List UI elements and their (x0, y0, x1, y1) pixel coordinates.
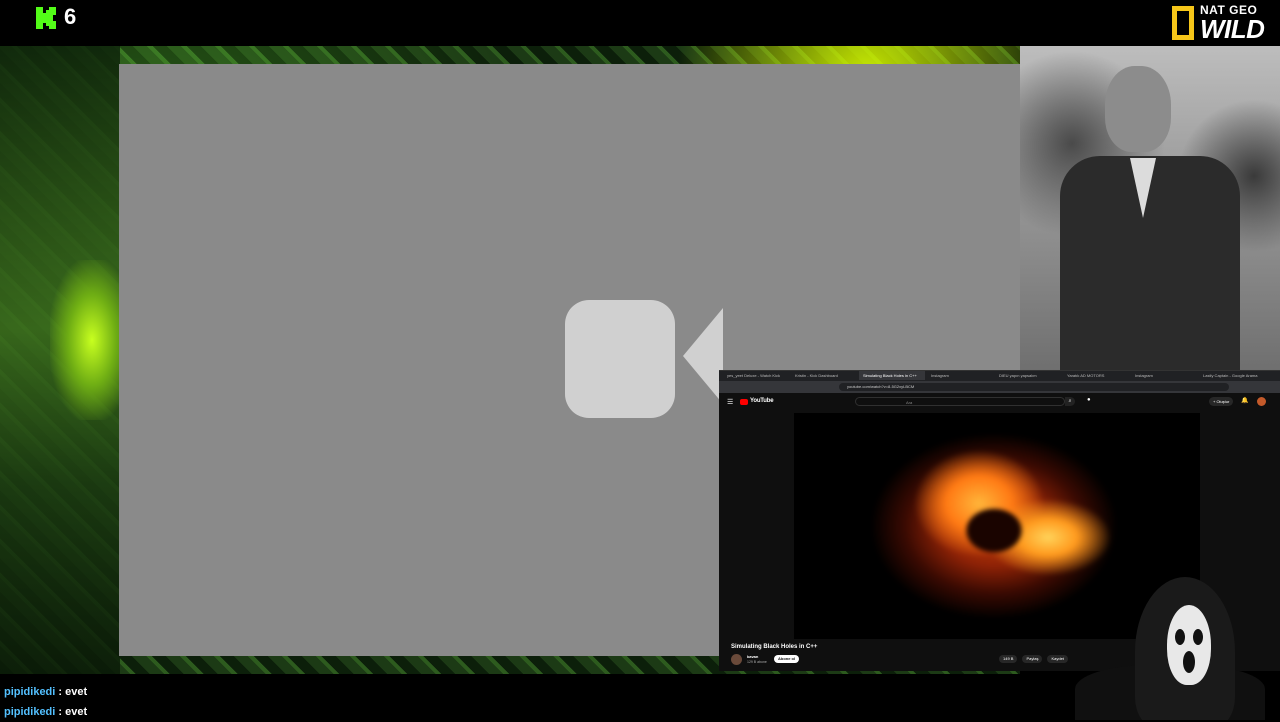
stream-top-bar: 6 NAT GEO WILD (0, 0, 1280, 46)
video-camera-lens-icon (683, 308, 723, 404)
chat-overlay: pipidikedi : evet pipidikedi : evet (4, 682, 87, 722)
mask-eye-left (1175, 629, 1185, 645)
video-camera-icon (565, 300, 675, 418)
kick-k-logo-icon (36, 7, 56, 29)
video-title: Simulating Black Holes in C++ (731, 644, 818, 650)
search-icon[interactable]: ⌕ (1065, 397, 1075, 406)
subscribe-button[interactable]: Abone ol (774, 655, 800, 663)
browser-tab-strip: yes_yeet Deluxe - Watch Kick Kristin - K… (719, 371, 1280, 381)
video-actions: 149 B Paylaş Kaydet (999, 655, 1068, 663)
photo-suit (1060, 156, 1240, 371)
browser-tab[interactable]: Lastly Captain - Google Arama (1199, 371, 1265, 380)
channel-subscriber-count: 129 B abone (747, 660, 767, 664)
chat-message: pipidikedi : evet (4, 686, 88, 698)
portrait-photo (1020, 46, 1280, 371)
streamer-webcam (1075, 575, 1265, 720)
url-input[interactable]: youtube.com/watch?v=8-5G2xyLBCM (839, 383, 1229, 391)
browser-tab-active[interactable]: Simulating Black Holes in C++ (859, 371, 925, 380)
browser-tab[interactable]: Kristin - Kick Dashboard (791, 371, 857, 380)
browser-address-bar: youtube.com/watch?v=8-5G2xyLBCM (719, 381, 1280, 393)
share-button[interactable]: Paylaş (1022, 655, 1043, 663)
viewer-count: 6 (64, 4, 77, 29)
microphone-icon[interactable]: ● (1087, 397, 1091, 403)
mask-mouth (1183, 651, 1195, 673)
ghostface-mask-icon (1167, 605, 1211, 685)
like-button[interactable]: 149 B (999, 655, 1018, 663)
browser-tab[interactable]: Instagram (1131, 371, 1197, 380)
mask-eye-right (1193, 629, 1203, 645)
channel-avatar[interactable] (731, 654, 742, 665)
chat-text: evet (65, 706, 88, 718)
browser-tab[interactable]: yes_yeet Deluxe - Watch Kick (723, 371, 789, 380)
photo-head (1105, 66, 1171, 152)
browser-tab[interactable]: Instagram (927, 371, 993, 380)
search-input[interactable]: Ara (855, 397, 1065, 406)
youtube-play-icon (740, 399, 748, 405)
save-button[interactable]: Kaydet (1047, 655, 1068, 663)
natgeo-logo-line2: WILD (1200, 14, 1265, 44)
browser-tab[interactable]: Yaratık AD MOTORS (1063, 371, 1129, 380)
channel-name[interactable]: kavan (747, 654, 758, 659)
create-button[interactable]: + Oluştur (1209, 397, 1234, 406)
chat-username: pipidikedi (4, 706, 56, 718)
youtube-header: ☰ YouTube Ara ⌕ ● + Oluştur 🔔 (719, 395, 1280, 409)
chat-username: pipidikedi (4, 686, 56, 698)
notification-bell-icon[interactable]: 🔔 (1241, 397, 1248, 404)
chat-message: pipidikedi : evet (4, 706, 88, 718)
natgeo-wild-logo: NAT GEO WILD (1170, 0, 1280, 46)
natgeo-yellow-frame-icon (1172, 6, 1194, 40)
browser-tab[interactable]: DIEU yapın yapsalım (995, 371, 1061, 380)
chat-text: evet (65, 686, 88, 698)
youtube-logo[interactable]: YouTube (750, 398, 774, 404)
hamburger-menu-icon[interactable]: ☰ (727, 398, 733, 406)
stream-background-glow (50, 260, 120, 420)
account-avatar[interactable] (1257, 397, 1266, 406)
